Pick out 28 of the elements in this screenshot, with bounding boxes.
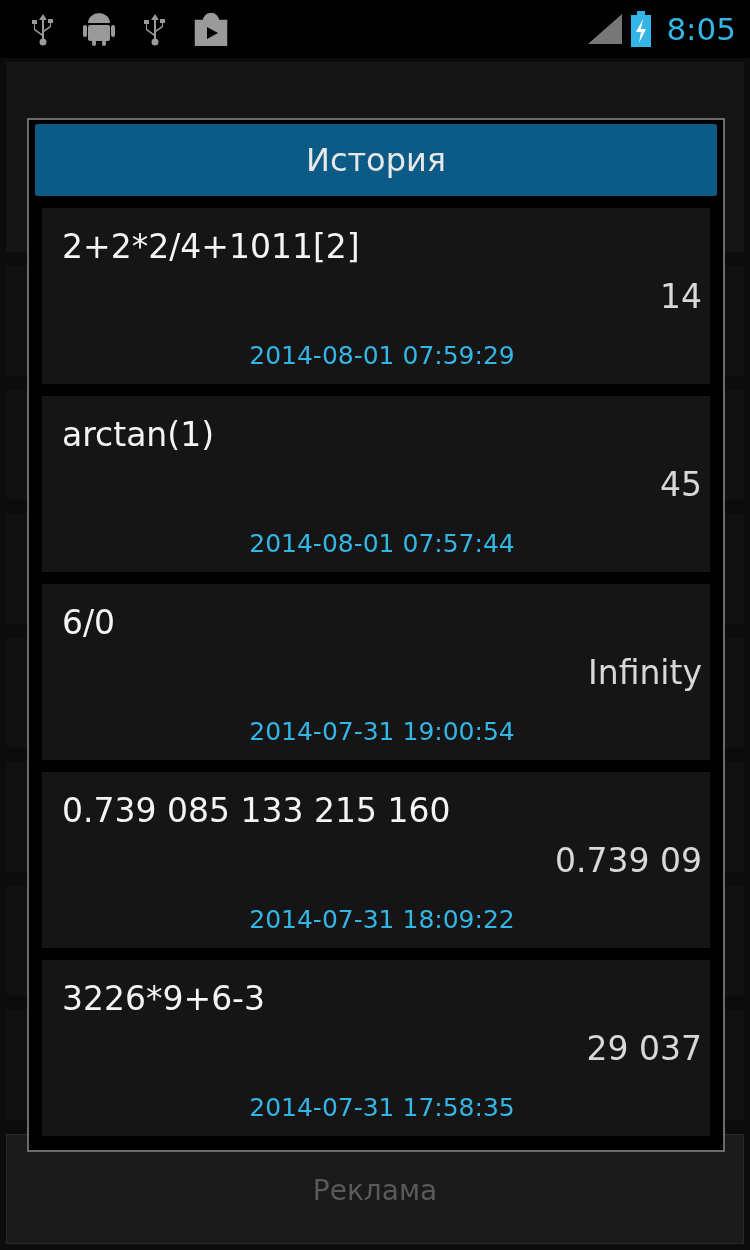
history-item[interactable]: 2+2*2/4+1011[2] 14 2014-08-01 07:59:29: [42, 208, 710, 384]
usb-icon: [30, 12, 56, 46]
play-bag-icon: [194, 12, 228, 46]
history-result: 0.739 09: [555, 839, 702, 882]
history-result: Infinity: [588, 651, 702, 694]
history-result: 29 037: [586, 1027, 702, 1070]
history-expression: 2+2*2/4+1011[2]: [62, 226, 360, 268]
history-expression: 0.739 085 133 215 160: [62, 790, 451, 832]
history-item[interactable]: 3226*9+6-3 29 037 2014-07-31 17:58:35: [42, 960, 710, 1136]
history-result: 14: [660, 275, 702, 318]
history-expression: arctan(1): [62, 414, 215, 456]
history-expression: 6/0: [62, 602, 116, 644]
history-result: 45: [660, 463, 702, 506]
signal-icon: [588, 14, 623, 44]
clock-text: 8:05: [666, 9, 736, 49]
dialog-title: История: [35, 124, 717, 196]
android-icon: [82, 11, 116, 47]
history-item[interactable]: arctan(1) 45 2014-08-01 07:57:44: [42, 396, 710, 572]
battery-icon: [630, 11, 653, 47]
history-item[interactable]: 6/0 Infinity 2014-07-31 19:00:54: [42, 584, 710, 760]
usb-icon: [142, 12, 168, 46]
history-item[interactable]: 0.739 085 133 215 160 0.739 09 2014-07-31 18:09:22: [42, 772, 710, 948]
history-timestamp: 2014-08-01 07:59:29: [249, 339, 515, 372]
history-timestamp: 2014-07-31 18:09:22: [249, 903, 515, 936]
history-expression: 3226*9+6-3: [62, 978, 266, 1020]
history-timestamp: 2014-07-31 17:58:35: [249, 1091, 515, 1124]
history-timestamp: 2014-08-01 07:57:44: [249, 527, 515, 560]
history-timestamp: 2014-07-31 19:00:54: [249, 715, 515, 748]
